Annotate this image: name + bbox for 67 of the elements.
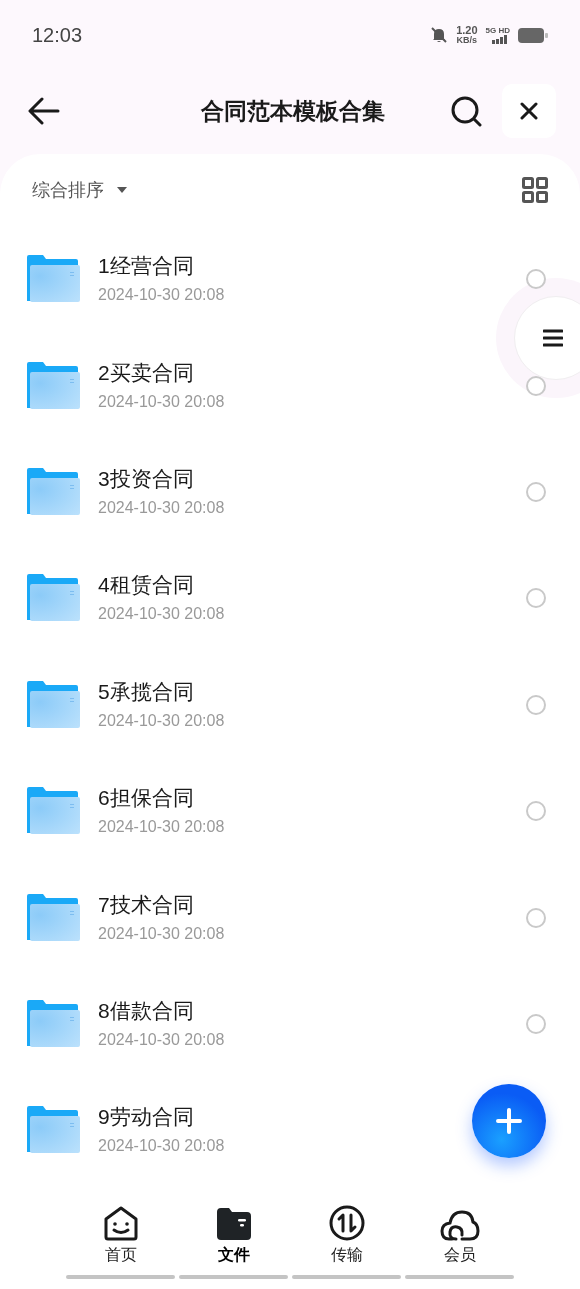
file-row[interactable]: 7技术合同 2024-10-30 20:08 — [0, 864, 580, 971]
folder-name: 9劳动合同 — [98, 1104, 195, 1131]
speed-unit: KB/s — [456, 35, 478, 45]
select-radio[interactable] — [526, 588, 546, 609]
plus-icon — [496, 1108, 522, 1134]
nav-tab[interactable]: 文件 — [215, 1205, 252, 1267]
grid-icon — [522, 177, 548, 203]
folder-icon — [26, 255, 80, 304]
folder-name: 2买卖合同 — [98, 359, 195, 386]
folder-icon — [26, 787, 80, 836]
select-radio[interactable] — [526, 694, 546, 715]
modified-date: 2024-10-30 20:08 — [98, 817, 225, 838]
select-radio[interactable] — [526, 801, 546, 822]
search-icon — [450, 95, 482, 127]
nav-tab[interactable]: 首页 — [102, 1205, 139, 1267]
folder-name: 1经营合同 — [98, 253, 195, 280]
modified-date: 2024-10-30 20:08 — [98, 710, 225, 731]
folder-name: 5承揽合同 — [98, 678, 195, 705]
folder-icon — [26, 680, 80, 729]
folder-icon — [215, 1207, 252, 1241]
select-radio[interactable] — [526, 907, 546, 928]
modified-date: 2024-10-30 20:08 — [98, 497, 225, 518]
caret-icon — [116, 186, 128, 194]
menu-icon — [543, 329, 563, 347]
modified-date: 2024-10-30 20:08 — [98, 285, 225, 306]
page-title: 合同范本模板合集 — [200, 96, 386, 126]
modified-date: 2024-10-30 20:08 — [98, 1136, 225, 1157]
file-row[interactable]: 6担保合同 2024-10-30 20:08 — [0, 757, 580, 865]
folder-icon — [26, 467, 80, 516]
folder-name: 8借款合同 — [98, 997, 195, 1024]
folder-icon — [26, 574, 80, 623]
back-arrow-icon — [28, 97, 60, 125]
file-row[interactable]: 5承揽合同 2024-10-30 20:08 — [0, 651, 580, 758]
sort-dropdown[interactable]: 综合排序 — [32, 176, 128, 204]
folder-icon — [26, 893, 80, 942]
file-row[interactable]: 8借款合同 2024-10-30 20:08 — [0, 970, 580, 1078]
file-row[interactable]: 9劳动合同 2024-10-30 20:08 — [0, 1077, 580, 1184]
grid-view-button[interactable] — [522, 177, 548, 203]
folder-name: 4租赁合同 — [98, 572, 195, 599]
up-down-arrows-icon — [328, 1205, 365, 1241]
close-icon — [520, 102, 538, 120]
nav-tab[interactable]: 会员 — [439, 1205, 480, 1267]
battery-icon — [518, 27, 548, 43]
folder-name: 3投资合同 — [98, 465, 195, 492]
status-time: 12:03 — [32, 23, 83, 48]
cloud-icon — [439, 1209, 480, 1241]
smiley-house-icon — [102, 1205, 139, 1241]
folder-name: 7技术合同 — [98, 891, 195, 918]
bell-muted-icon — [430, 26, 449, 44]
network-speed: 1.20 — [456, 25, 478, 35]
folder-name: 6担保合同 — [98, 785, 195, 812]
menu-handle[interactable] — [514, 296, 580, 380]
folder-icon — [26, 999, 80, 1048]
network-type: 5G HD — [485, 26, 510, 35]
modified-date: 2024-10-30 20:08 — [98, 604, 225, 625]
nav-tab[interactable]: 传输 — [328, 1205, 365, 1267]
file-row[interactable]: 3投资合同 2024-10-30 20:08 — [0, 438, 580, 546]
select-radio[interactable] — [526, 269, 546, 290]
select-radio[interactable] — [526, 481, 546, 502]
folder-icon — [26, 1106, 80, 1155]
select-radio[interactable] — [526, 1013, 546, 1034]
file-row[interactable]: 4租赁合同 2024-10-30 20:08 — [0, 545, 580, 652]
modified-date: 2024-10-30 20:08 — [98, 1029, 225, 1050]
modified-date: 2024-10-30 20:08 — [98, 923, 225, 944]
close-button[interactable] — [502, 84, 556, 138]
folder-icon — [26, 361, 80, 410]
modified-date: 2024-10-30 20:08 — [98, 391, 225, 412]
